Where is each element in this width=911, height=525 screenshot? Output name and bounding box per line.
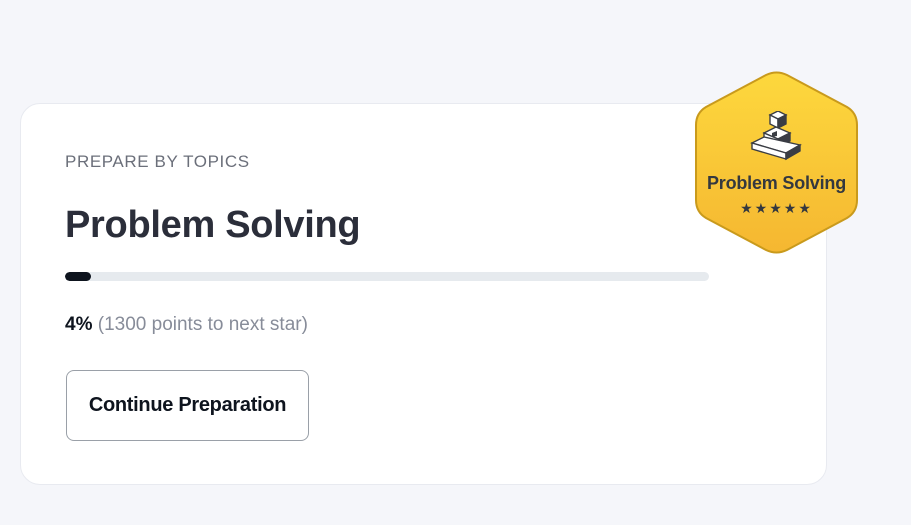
badge-label: Problem Solving [706, 173, 847, 193]
continue-preparation-button[interactable]: Continue Preparation [66, 370, 309, 441]
badge-stars: ★★★★★ [740, 200, 813, 216]
blocks-icon [750, 111, 802, 161]
section-eyebrow: PREPARE BY TOPICS [65, 152, 250, 171]
topic-title: Problem Solving [65, 204, 361, 246]
progress-bar [65, 272, 709, 281]
points-to-next-star: (1300 points to next star) [97, 314, 308, 335]
progress-fill [65, 272, 91, 281]
progress-percent: 4% [65, 314, 93, 335]
problem-solving-badge: Problem Solving ★★★★★ [694, 71, 859, 254]
progress-text: 4% (1300 points to next star) [65, 314, 308, 336]
